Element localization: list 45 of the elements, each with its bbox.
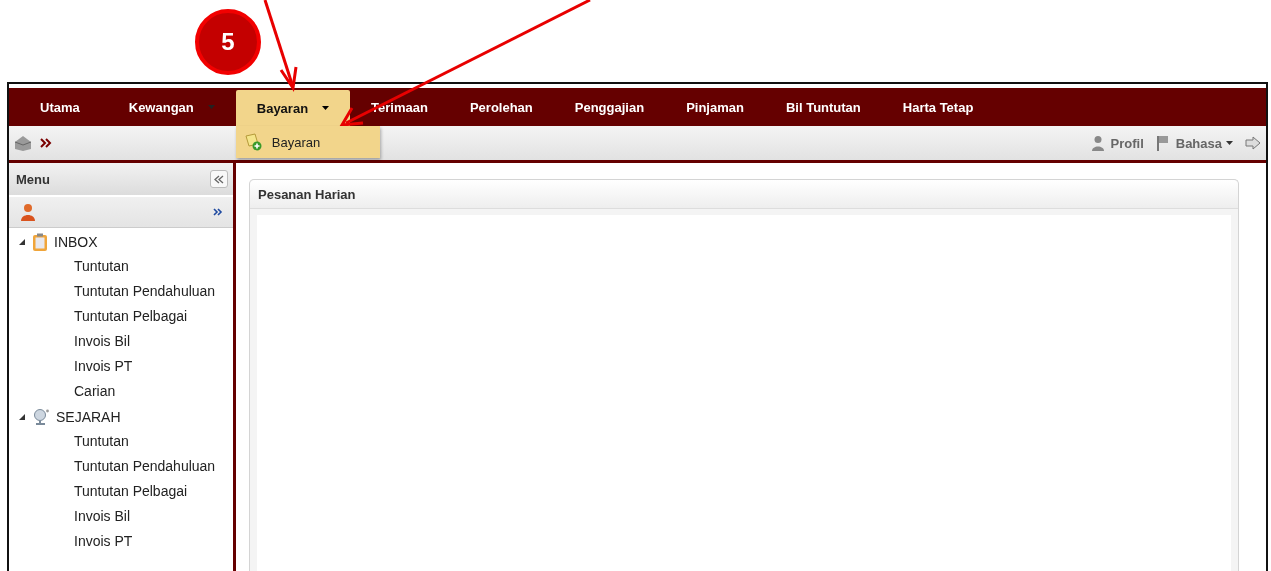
expanded-triangle-icon[interactable] (18, 412, 26, 421)
tree-item[interactable]: Tuntutan Pelbagai (9, 479, 233, 504)
step-badge: 5 (195, 9, 261, 75)
menu-tab[interactable]: Utama (19, 88, 108, 126)
collapse-button[interactable] (210, 170, 228, 188)
tree-item[interactable]: Tuntutan Pendahuluan (9, 454, 233, 479)
dropdown-item[interactable]: Bayaran (235, 130, 380, 154)
double-chevron-left-icon (214, 174, 224, 184)
menu-tab[interactable]: Pinjaman (665, 88, 765, 126)
caret-icon (207, 105, 215, 109)
profile-link[interactable]: Profil (1110, 135, 1144, 151)
tree-item[interactable]: Invois PT (9, 529, 233, 554)
document-add-icon (243, 133, 262, 151)
sidebar-title: Menu (16, 171, 50, 187)
user-icon (1090, 135, 1105, 151)
menu-tab[interactable]: Perolehan (448, 88, 554, 126)
tree-folder-label[interactable]: INBOX (54, 233, 98, 250)
flag-icon (1155, 135, 1170, 151)
menu-tab[interactable]: Penggajian (553, 88, 666, 126)
tree-item[interactable]: Invois Bil (9, 329, 233, 354)
logout-arrow-icon[interactable] (1245, 136, 1261, 150)
tree-item[interactable]: Invois Bil (9, 504, 233, 529)
menu-tab[interactable]: Bil Tuntutan (764, 88, 882, 126)
tree-item[interactable]: Tuntutan Pelbagai (9, 304, 233, 329)
tree-item[interactable]: Carian (9, 379, 233, 404)
tree-folder-label[interactable]: SEJARAH (56, 408, 121, 425)
tree-item[interactable]: Tuntutan (9, 254, 233, 279)
expanded-triangle-icon[interactable] (18, 237, 26, 246)
user-icon (20, 203, 36, 221)
expand-chevron-icon[interactable] (213, 208, 223, 216)
globe-stand-icon (32, 407, 50, 426)
caret-icon (322, 106, 330, 110)
caret-icon (1226, 141, 1233, 145)
menu-tab[interactable]: Harta Tetap (881, 88, 995, 126)
language-menu[interactable]: Bahasa (1175, 135, 1233, 151)
tree-item[interactable]: Tuntutan (9, 429, 233, 454)
menu-tab[interactable]: Kewangan (107, 88, 236, 126)
clipboard-icon (32, 232, 48, 251)
tree-item[interactable]: Tuntutan Pendahuluan (9, 279, 233, 304)
tree-item[interactable]: Invois PT (9, 354, 233, 379)
breadcrumb-chevron-icon (40, 138, 52, 148)
menu-tab[interactable]: Terimaan (350, 88, 449, 126)
panel-title: Pesanan Harian (258, 186, 356, 202)
home-icon[interactable] (14, 135, 32, 151)
menu-tab[interactable]: Bayaran (235, 90, 351, 126)
